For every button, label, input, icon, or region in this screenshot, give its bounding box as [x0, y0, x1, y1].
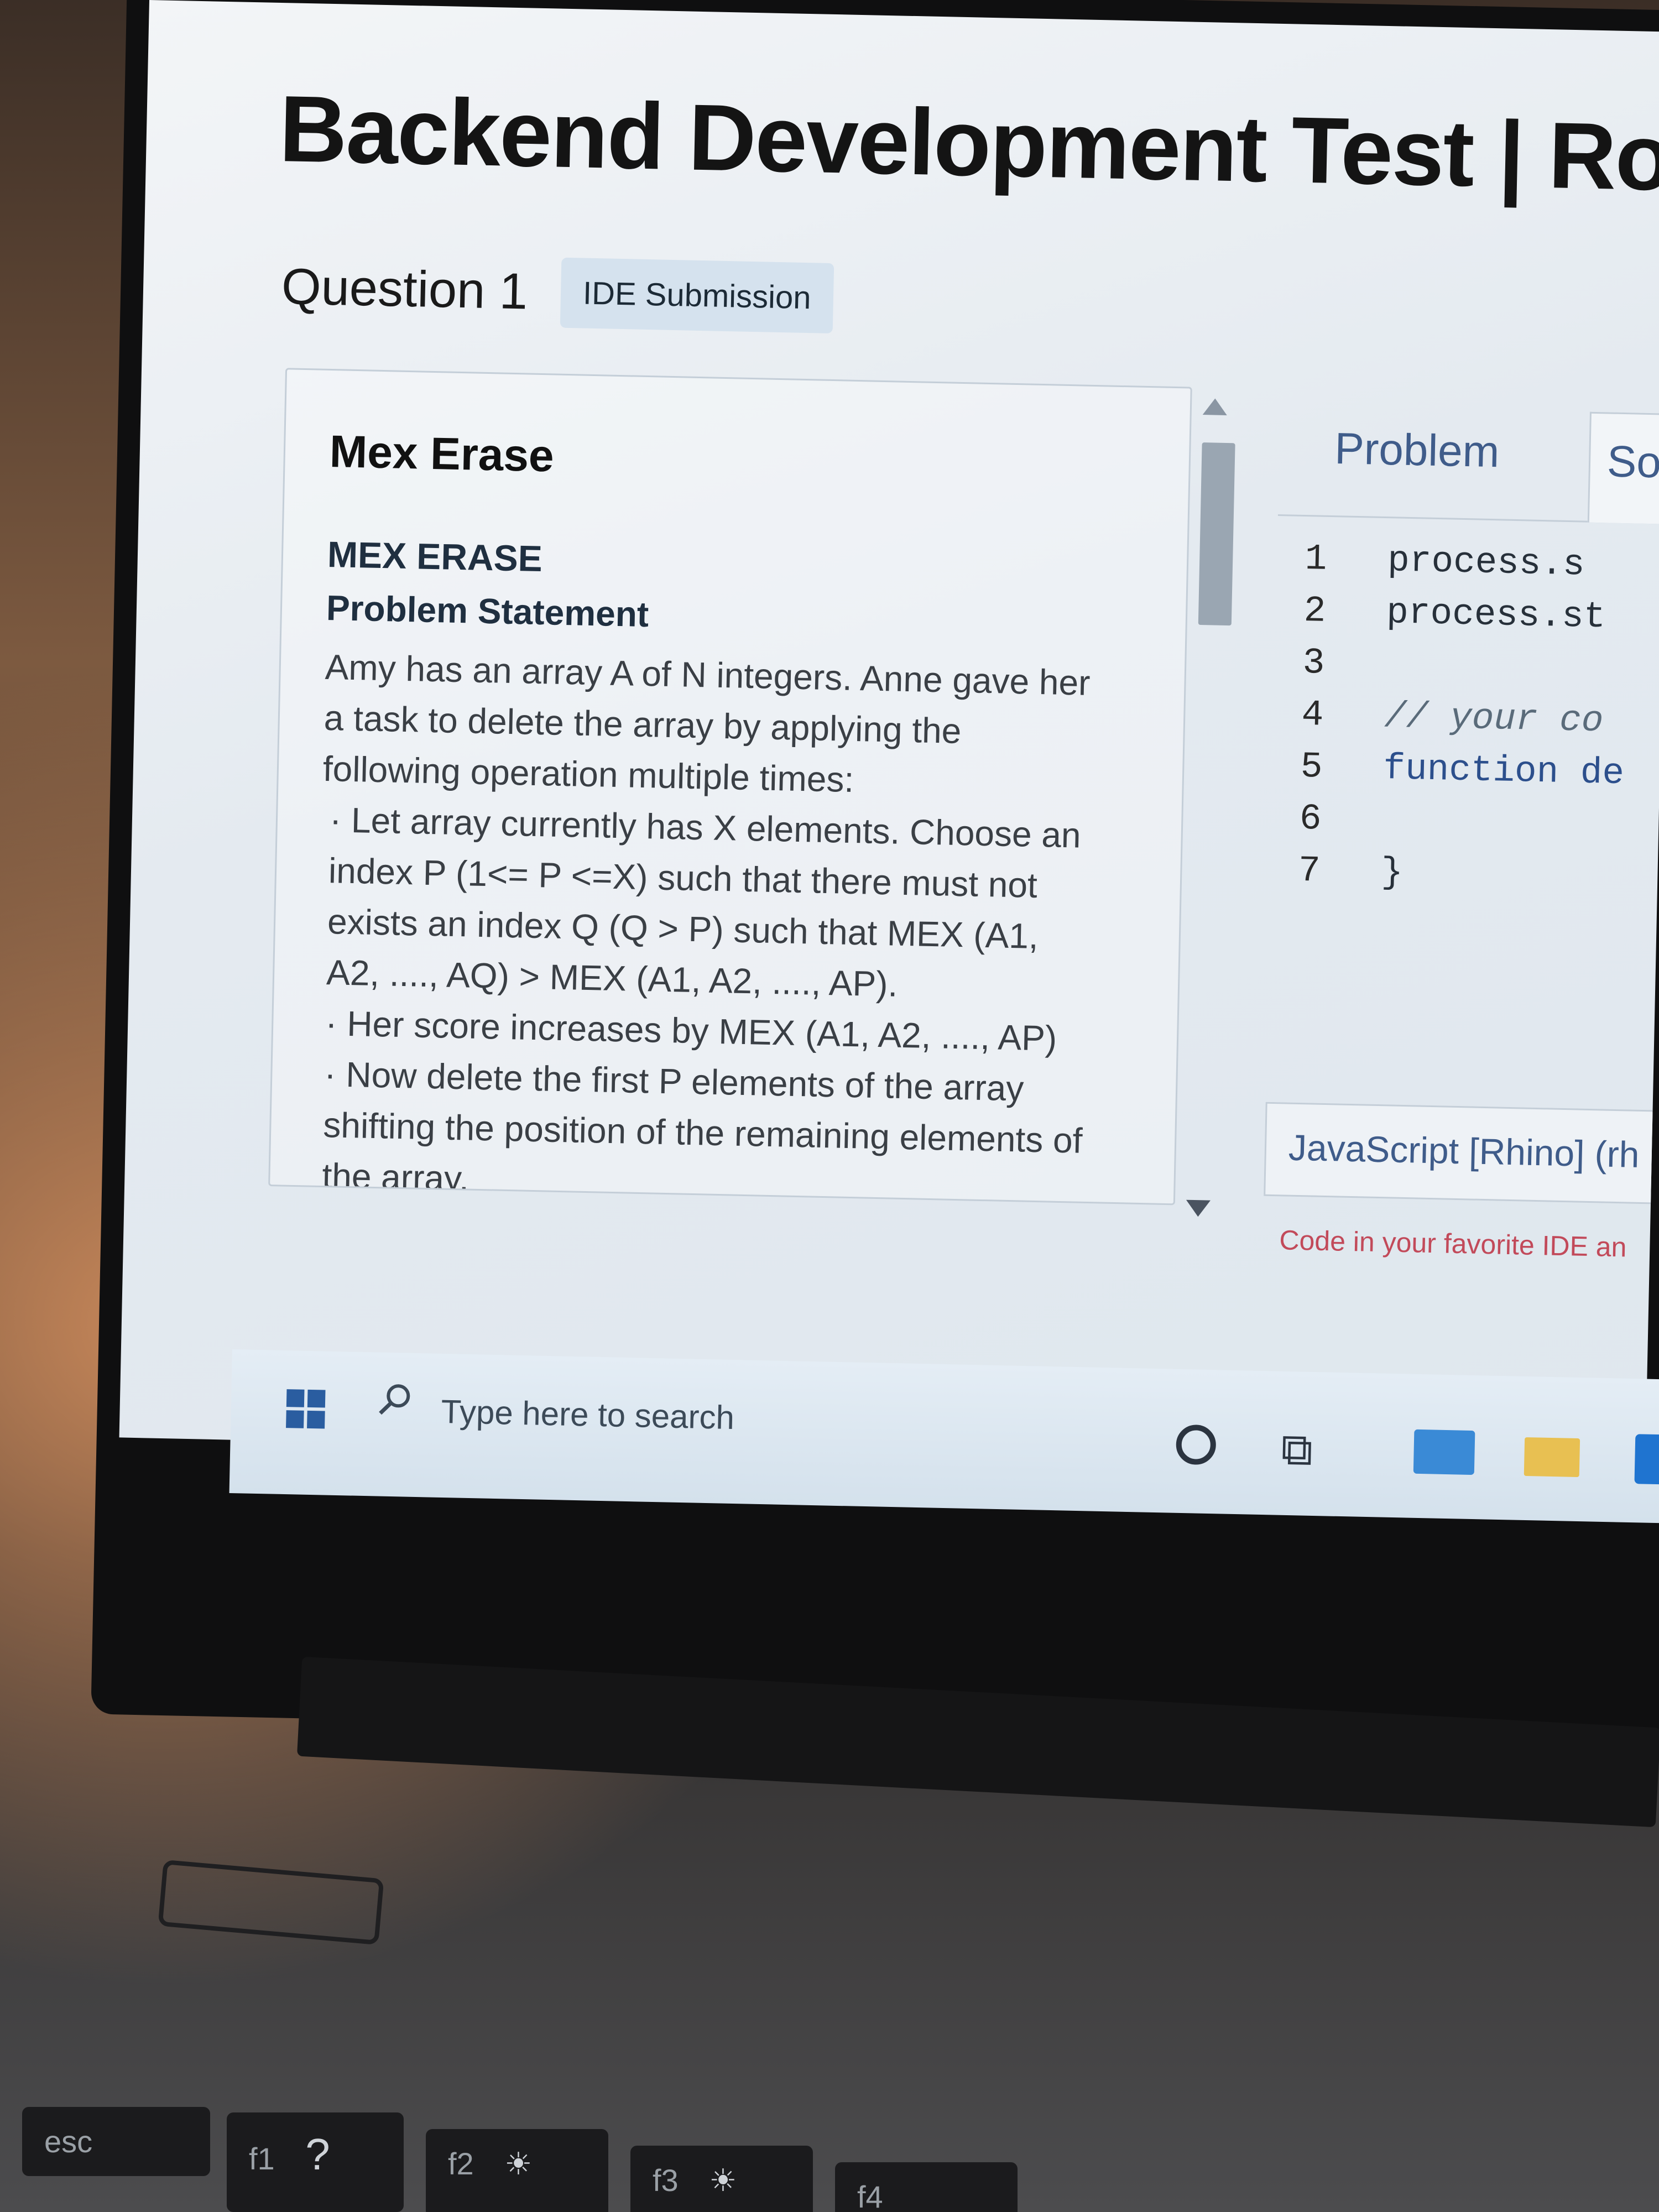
brightness-down-icon: ☀ — [504, 2146, 533, 2181]
code-text: process.s — [1387, 540, 1585, 586]
f1-key-label: f1 — [249, 2141, 275, 2176]
line-number: 4 — [1301, 693, 1324, 736]
taskbar-search-input[interactable]: Type here to search — [441, 1392, 735, 1437]
esc-key[interactable]: esc — [22, 2107, 210, 2176]
ide-note: Code in your favorite IDE an — [1279, 1224, 1627, 1263]
line-number: 2 — [1303, 589, 1327, 632]
search-icon — [379, 1384, 410, 1415]
file-explorer-icon[interactable] — [1524, 1437, 1580, 1478]
mail-icon[interactable] — [1413, 1429, 1475, 1475]
tab-solve[interactable]: Solv — [1587, 411, 1659, 525]
page-title: Backend Development Test | Roun — [278, 76, 1659, 213]
code-text: } — [1380, 852, 1404, 894]
f2-key-label: f2 — [448, 2146, 474, 2181]
f4-key[interactable]: f4 — [835, 2162, 1018, 2212]
scroll-up-arrow-icon[interactable] — [1202, 398, 1228, 415]
code-text: // your co — [1384, 696, 1604, 742]
keyboard: esc f1 ? f2 ☀ f3 ☀ f4 — [0, 2046, 1659, 2212]
line-number: 1 — [1304, 538, 1328, 580]
tab-problem[interactable]: Problem — [1334, 423, 1500, 477]
problem-paragraph: Amy has an array A of N integers. Anne g… — [322, 646, 1091, 800]
problem-heading: MEX ERASE — [327, 533, 543, 580]
f3-key-label: f3 — [653, 2163, 679, 2198]
f2-key[interactable]: f2 ☀ — [426, 2129, 608, 2212]
code-text: function de — [1383, 748, 1625, 795]
scroll-thumb[interactable] — [1198, 442, 1235, 626]
line-number: 5 — [1300, 745, 1323, 788]
f3-key[interactable]: f3 ☀ — [630, 2146, 813, 2212]
browser-icon[interactable] — [1634, 1434, 1659, 1485]
problem-bullet: · Now delete the first P elements of the… — [321, 1054, 1083, 1199]
task-view-icon[interactable]: ⧉ — [1281, 1424, 1313, 1476]
screen: Backend Development Test | Roun Question… — [119, 0, 1659, 1470]
editor-panel: Problem Solv 1 process.s 2 process.st 3 4 /… — [1264, 388, 1659, 1262]
f1-key[interactable]: f1 ? — [227, 2112, 404, 2212]
help-key-glyph: ? — [305, 2130, 330, 2179]
line-number: 6 — [1299, 797, 1322, 840]
problem-statement-panel[interactable]: Mex Erase MEX ERASE Problem Statement Am… — [268, 368, 1192, 1206]
problem-subheading: Problem Statement — [326, 587, 649, 635]
question-header: Question 1 IDE Submission — [281, 252, 834, 334]
cortana-icon[interactable] — [1176, 1424, 1217, 1465]
line-number: 3 — [1302, 641, 1326, 684]
windows-start-icon[interactable] — [286, 1389, 326, 1429]
problem-bullet: · Let array currently has X elements. Ch… — [326, 800, 1082, 1004]
code-line: 7} — [1270, 844, 1659, 907]
line-number: 7 — [1298, 849, 1321, 892]
editor-tabs: Problem Solv — [1277, 388, 1659, 526]
question-type-badge: IDE Submission — [560, 257, 834, 334]
language-select[interactable]: JavaScript [Rhino] (rh — [1264, 1102, 1659, 1207]
code-text: process.st — [1386, 592, 1606, 638]
brightness-up-icon: ☀ — [709, 2163, 737, 2198]
question-label: Question 1 — [281, 258, 529, 320]
problem-title: Mex Erase — [329, 426, 555, 482]
scroll-down-arrow-icon[interactable] — [1186, 1199, 1211, 1217]
code-editor[interactable]: 1 process.s 2 process.st 3 4 // your co 5 fu… — [1267, 533, 1659, 1030]
